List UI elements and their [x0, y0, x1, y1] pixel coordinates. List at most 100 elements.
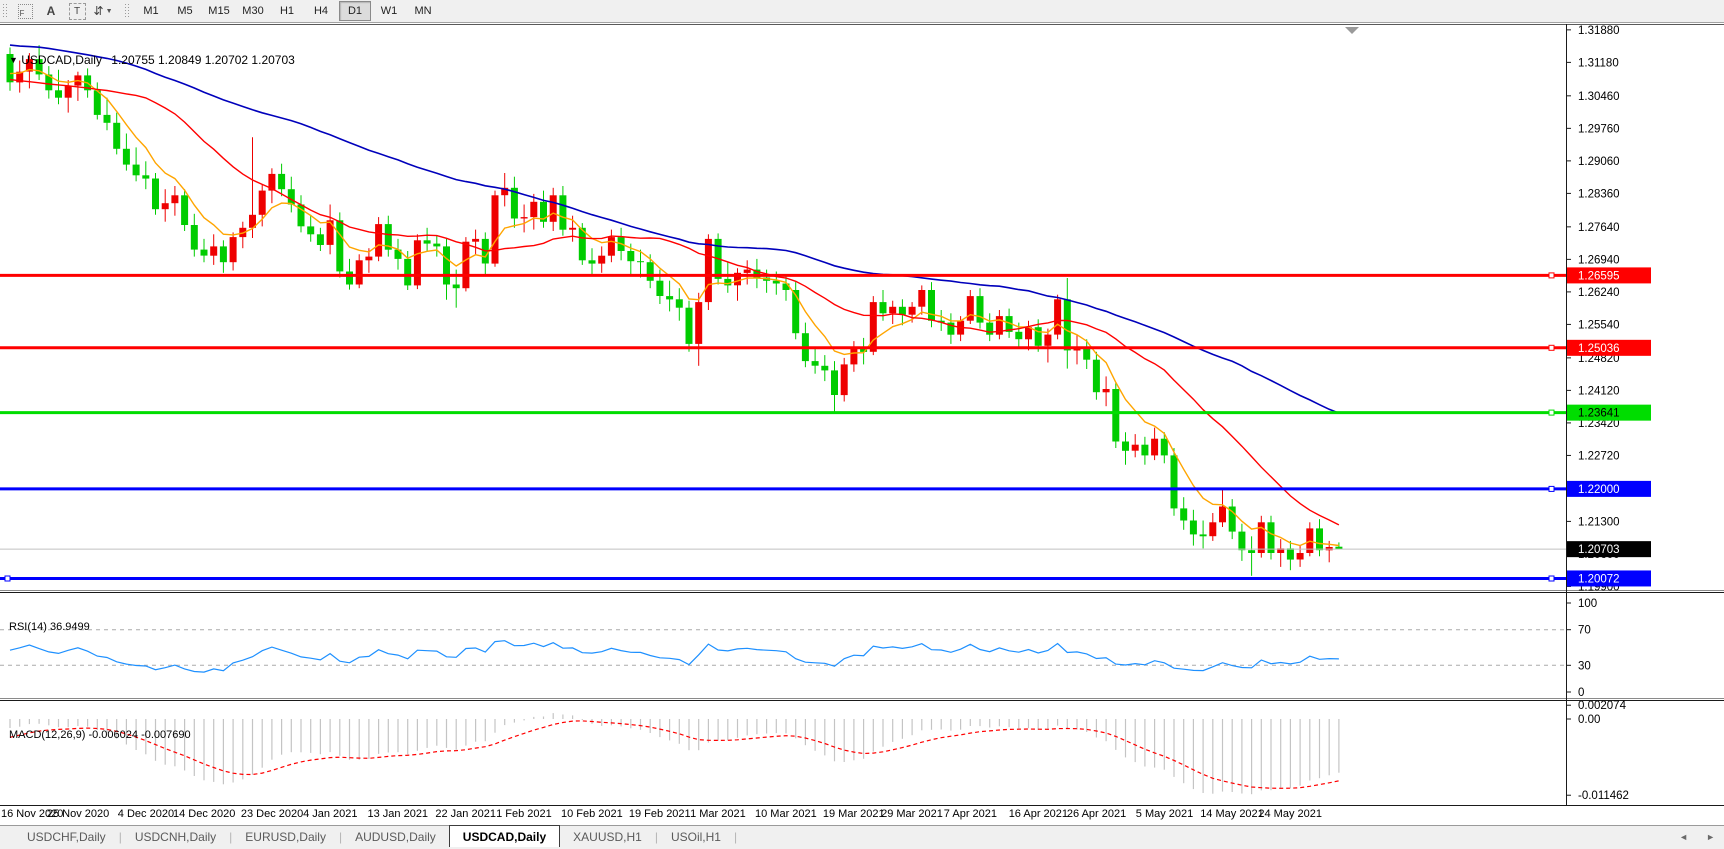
tabs: USDCHF,Daily | USDCNH,Daily | EURUSD,Daily | A…: [14, 825, 737, 848]
arrows-tool-icon[interactable]: ⇵ ▼: [92, 2, 114, 20]
candlestick: [1199, 534, 1207, 537]
candlestick: [1180, 508, 1188, 521]
candlestick: [569, 227, 577, 230]
candlestick: [1248, 550, 1256, 553]
candlestick: [462, 241, 470, 289]
candlestick: [219, 246, 227, 263]
text-label-tool-icon[interactable]: T: [66, 2, 88, 20]
candlestick: [491, 195, 499, 264]
candlestick: [695, 302, 703, 344]
hline-anchor[interactable]: [1548, 409, 1555, 416]
candlestick: [443, 246, 450, 285]
collapse-triangle-icon[interactable]: ▼: [9, 55, 18, 65]
hline-anchor[interactable]: [1548, 272, 1555, 279]
toolbar-drag-handle[interactable]: [2, 3, 9, 19]
tab-usdcad[interactable]: USDCAD,Daily: [448, 825, 561, 848]
chart-canvas[interactable]: 1.31880 1.31180 1.30460 1.29760 1.29060 1.283…: [0, 23, 1724, 806]
candlestick: [831, 370, 838, 395]
tab-xauusd[interactable]: XAUUSD,H1: [560, 826, 655, 848]
tab-scroll-right-icon[interactable]: ►: [1697, 832, 1724, 842]
candlestick: [976, 296, 984, 323]
candlestick: [1296, 553, 1304, 560]
price-tick-label: 1.22720: [1578, 450, 1620, 462]
candlestick: [704, 238, 712, 303]
candlestick: [404, 258, 412, 286]
macd-indicator-label: MACD(12,26,9) -0.006024 -0.007690: [9, 729, 191, 741]
time-axis-label: 4 Jan 2021: [303, 808, 358, 820]
candlestick: [336, 220, 344, 272]
candlestick: [122, 148, 130, 165]
candlestick: [637, 261, 644, 263]
time-axis-label: 19 Feb 2021: [628, 808, 691, 820]
toolbar: F A T ⇵ ▼ M1 M5 M15 M30 H1 H4 D1 W1 MN: [0, 0, 1724, 23]
candlestick: [113, 122, 121, 149]
macd-tick-label: -0.011462: [1578, 790, 1629, 802]
hline-anchor[interactable]: [1548, 344, 1555, 351]
price-tick-label: 1.28360: [1578, 188, 1620, 200]
mt4-window: F A T ⇵ ▼ M1 M5 M15 M30 H1 H4 D1 W1 MN 1.31880 1.…: [0, 0, 1724, 849]
time-axis-label: 23 Dec 2020: [240, 808, 304, 820]
timeframe-button-m30[interactable]: M30: [237, 1, 269, 21]
rsi-tick-label: 0: [1578, 687, 1584, 699]
current-price-label: 1.20703: [1578, 544, 1620, 556]
hline-price-label: 1.22000: [1578, 484, 1620, 496]
candlestick: [549, 195, 557, 222]
timeframe-button-m15[interactable]: M15: [203, 1, 235, 21]
timeframe-button-w1[interactable]: W1: [373, 1, 405, 21]
candlestick: [316, 234, 324, 245]
timeframe-button-m1[interactable]: M1: [135, 1, 167, 21]
candlestick: [1170, 455, 1178, 509]
candlestick: [346, 271, 353, 285]
hline-price-label: 1.23641: [1578, 408, 1620, 420]
candlestick: [1112, 389, 1120, 442]
hline-anchor[interactable]: [1548, 575, 1555, 582]
candlestick: [821, 365, 829, 371]
chart-window[interactable]: 1.31880 1.31180 1.30460 1.29760 1.29060 1.283…: [0, 23, 1724, 806]
candlestick: [103, 114, 111, 123]
timeframe-button-h4[interactable]: H4: [305, 1, 337, 21]
toolbar-drag-handle[interactable]: [124, 3, 131, 19]
candlestick: [559, 195, 567, 230]
hline-anchor[interactable]: [4, 575, 11, 582]
candlestick: [278, 173, 286, 190]
candlestick: [656, 280, 664, 296]
timeframe-button-h1[interactable]: H1: [271, 1, 303, 21]
hline-anchor[interactable]: [1548, 485, 1555, 492]
candlestick: [598, 255, 606, 264]
candlestick: [811, 361, 819, 366]
price-tick-label: 1.31880: [1578, 25, 1620, 37]
timeframe-button-d1[interactable]: D1: [339, 1, 371, 21]
candlestick: [743, 269, 751, 273]
candlestick: [675, 299, 683, 308]
objects-grid-tool-icon[interactable]: F: [14, 2, 36, 20]
price-tick-label: 1.30460: [1578, 91, 1620, 103]
tab-usoil[interactable]: USOil,H1: [658, 826, 734, 848]
candlestick: [646, 262, 654, 281]
timeframe-button-mn[interactable]: MN: [407, 1, 439, 21]
candlestick: [152, 178, 159, 210]
candlestick: [627, 251, 635, 262]
candlestick: [171, 195, 179, 204]
candlestick: [1160, 438, 1168, 456]
candlestick: [1209, 522, 1217, 537]
candlestick: [1316, 528, 1323, 551]
candlestick: [64, 85, 72, 98]
price-tick-label: 1.31180: [1578, 57, 1619, 69]
tab-scroll-buttons: ◄ ►: [1670, 826, 1724, 848]
candlestick: [840, 364, 848, 396]
time-axis-label: 14 Dec 2020: [173, 808, 236, 820]
tab-usdchf[interactable]: USDCHF,Daily: [14, 826, 119, 848]
candlestick: [472, 238, 480, 242]
text-tool-icon[interactable]: A: [40, 2, 62, 20]
candlestick: [452, 284, 460, 289]
tab-usdcnh[interactable]: USDCNH,Daily: [122, 826, 229, 848]
tab-scroll-left-icon[interactable]: ◄: [1670, 832, 1697, 842]
tab-audusd[interactable]: AUDUSD,Daily: [342, 826, 449, 848]
candlestick: [898, 306, 906, 315]
candlestick: [1141, 444, 1149, 456]
timeframe-button-m5[interactable]: M5: [169, 1, 201, 21]
tab-eurusd[interactable]: EURUSD,Daily: [232, 826, 339, 848]
chart-tab-bar: USDCHF,Daily | USDCNH,Daily | EURUSD,Daily | A…: [0, 825, 1724, 848]
chart-background[interactable]: [0, 24, 1724, 805]
candlestick: [1131, 444, 1139, 451]
